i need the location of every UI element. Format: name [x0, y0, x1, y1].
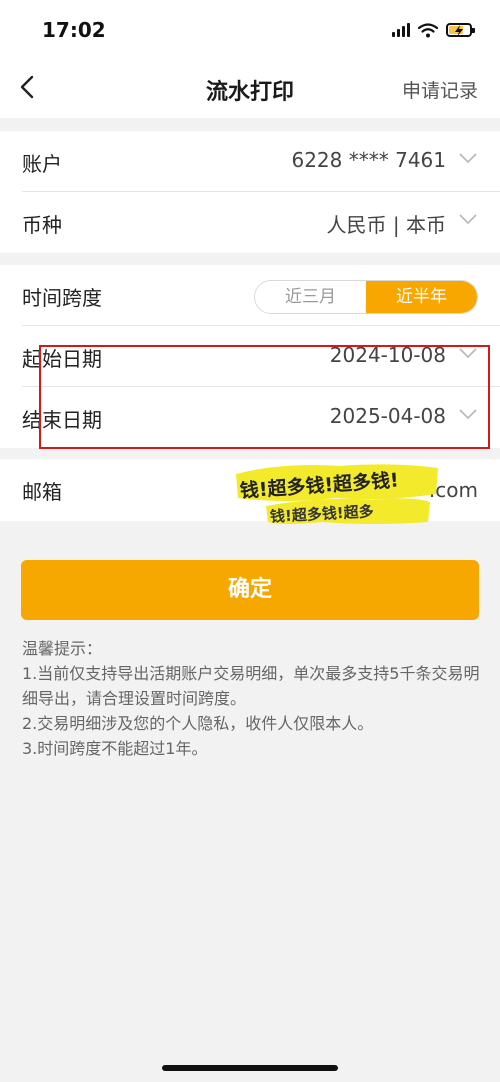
nav-bar: 流水打印 申请记录: [0, 60, 500, 118]
chevron-down-icon: [459, 214, 477, 225]
currency-row[interactable]: 币种 人民币 | 本币: [0, 192, 500, 253]
status-bar: 17:02: [0, 0, 500, 60]
tips-line: 1.当前仅支持导出活期账户交易明细，单次最多支持5千条交易明细导出，请合理设置时…: [22, 664, 480, 708]
time-span-label: 时间跨度: [22, 286, 102, 310]
currency-value: 人民币 | 本币: [326, 213, 446, 237]
time-span-row: 时间跨度 近三月 近半年: [0, 265, 500, 326]
home-indicator: [162, 1065, 338, 1071]
privacy-sticker: 钱!超多钱!超多钱! 钱!超多钱!超多: [236, 464, 438, 524]
battery-icon: [446, 23, 475, 37]
currency-label: 币种: [22, 213, 62, 237]
wifi-icon: [418, 22, 438, 37]
tips-section: 温馨提示： 1.当前仅支持导出活期账户交易明细，单次最多支持5千条交易明细导出，…: [22, 636, 482, 761]
records-link[interactable]: 申请记录: [402, 76, 478, 103]
chevron-down-icon: [459, 153, 477, 164]
tips-title: 温馨提示：: [22, 639, 103, 658]
time-span-selector: 近三月 近半年: [254, 280, 478, 314]
account-row[interactable]: 账户 6228 **** 7461: [0, 131, 500, 192]
email-value-suffix: .com: [428, 478, 478, 502]
status-time: 17:02: [42, 18, 106, 42]
account-label: 账户: [22, 152, 62, 176]
annotation-highlight: [39, 345, 490, 449]
account-value: 6228 **** 7461: [291, 148, 446, 172]
email-label: 邮箱: [22, 480, 62, 504]
option-half-year[interactable]: 近半年: [366, 281, 477, 313]
confirm-button[interactable]: 确定: [21, 560, 479, 620]
account-group: 账户 6228 **** 7461 币种 人民币 | 本币: [0, 131, 500, 253]
status-icons: [392, 20, 475, 40]
signal-icon: [392, 23, 410, 37]
tips-line: 2.交易明细涉及您的个人隐私，收件人仅限本人。: [22, 714, 374, 733]
tips-line: 3.时间跨度不能超过1年。: [22, 739, 208, 758]
option-three-months[interactable]: 近三月: [255, 281, 366, 313]
